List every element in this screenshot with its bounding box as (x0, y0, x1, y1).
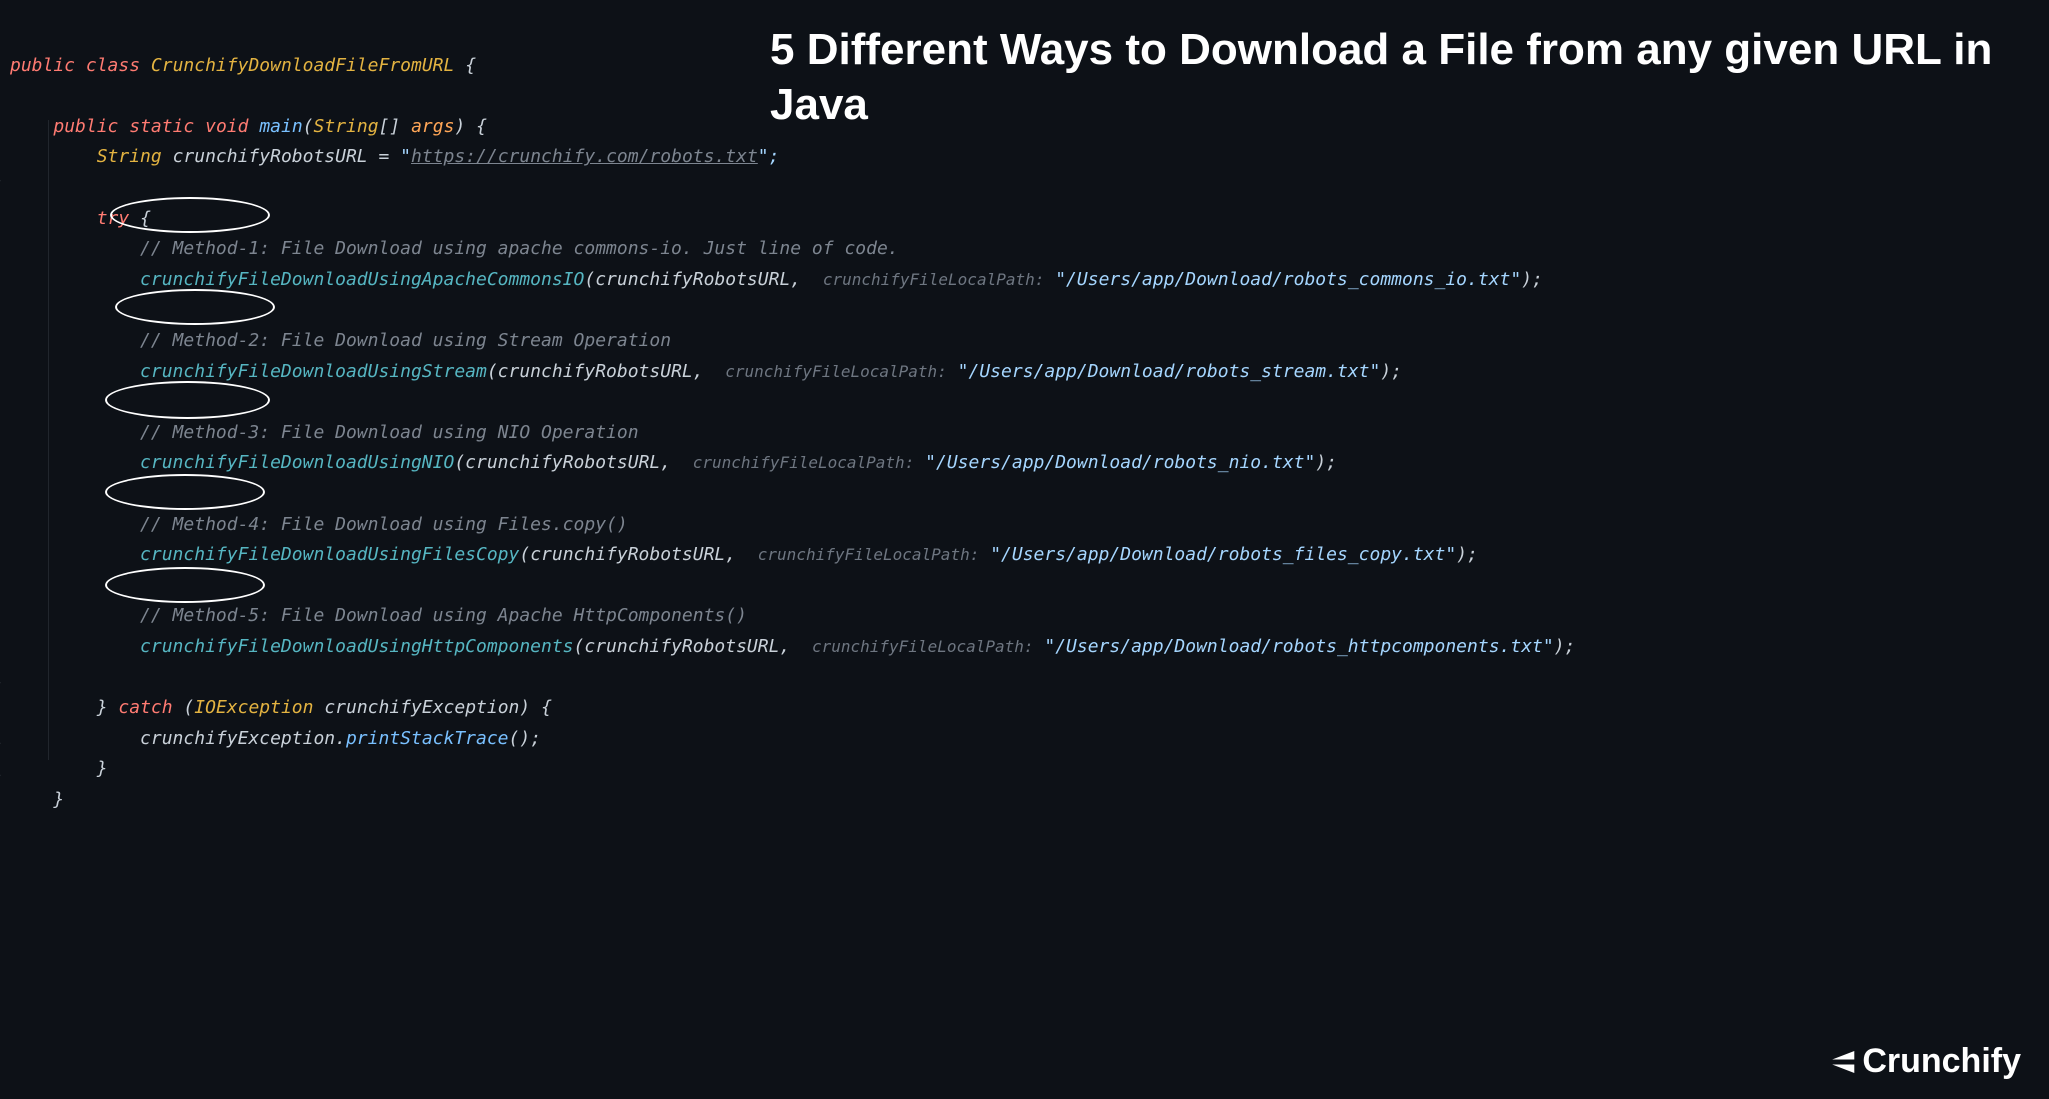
code-line-main-decl: public static void main(String[] args) { (10, 116, 487, 137)
gutter-fold-icon[interactable]: ⌄ (0, 674, 10, 690)
code-line-url-var: String crunchifyRobotsURL = "https://cru… (10, 146, 779, 167)
brand-name: Crunchify (1862, 1042, 2021, 1081)
code-line-call-2: crunchifyFileDownloadUsingStream(crunchi… (10, 361, 1402, 382)
code-line-call-4: crunchifyFileDownloadUsingFilesCopy(crun… (10, 544, 1478, 565)
code-line-call-5: crunchifyFileDownloadUsingHttpComponents… (10, 636, 1575, 657)
code-line-close-main: } (10, 789, 64, 810)
code-line-comment-2: // Method-2: File Download using Stream … (10, 330, 671, 351)
gutter-fold-icon[interactable]: ⌃ (0, 770, 10, 786)
gutter-fold-icon[interactable]: ⌃ (0, 738, 10, 754)
method-main: main (259, 116, 302, 137)
code-line-comment-3: // Method-3: File Download using NIO Ope… (10, 422, 639, 443)
gutter-fold-icon[interactable]: ⌄ (0, 172, 10, 188)
page-title: 5 Different Ways to Download a File from… (770, 22, 2009, 132)
code-line-call-3: crunchifyFileDownloadUsingNIO(crunchifyR… (10, 452, 1337, 473)
code-line-try: try { (10, 208, 151, 229)
keyword-public: public (10, 55, 75, 76)
crunchify-icon (1822, 1047, 1856, 1077)
class-name: CrunchifyDownloadFileFromURL (151, 55, 454, 76)
url-literal: https://crunchify.com/robots.txt (411, 146, 758, 167)
indent-guide (48, 120, 49, 760)
code-line-catch: } catch (IOException crunchifyException)… (10, 697, 552, 718)
code-line-comment-5: // Method-5: File Download using Apache … (10, 605, 747, 626)
keyword-class: class (86, 55, 140, 76)
code-line-call-1: crunchifyFileDownloadUsingApacheCommonsI… (10, 269, 1543, 290)
code-line-comment-1: // Method-1: File Download using apache … (10, 238, 899, 259)
code-line-stacktrace: crunchifyException.printStackTrace(); (10, 728, 541, 749)
code-line-comment-4: // Method-4: File Download using Files.c… (10, 514, 628, 535)
code-line-class-decl: public class CrunchifyDownloadFileFromUR… (10, 55, 476, 76)
code-line-close-catch: } (10, 758, 108, 779)
brand-logo: Crunchify (1822, 1042, 2021, 1081)
